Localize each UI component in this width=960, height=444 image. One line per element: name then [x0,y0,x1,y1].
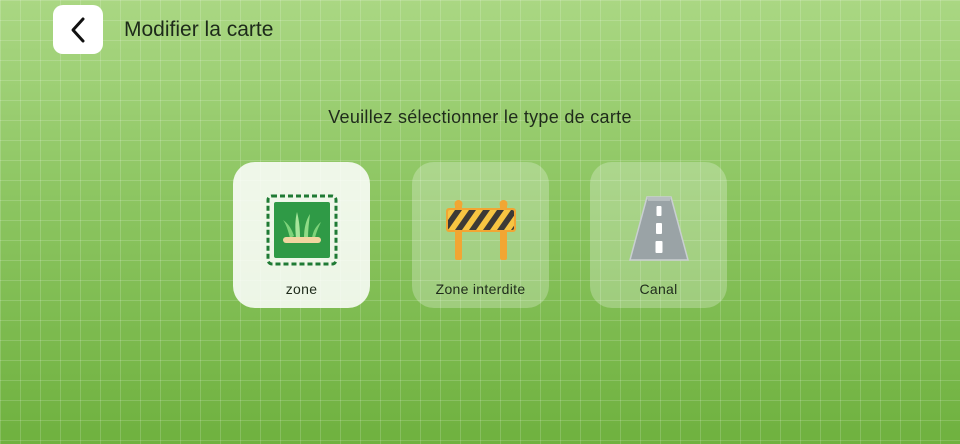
map-type-label: Zone interdite [435,281,526,297]
page-title: Modifier la carte [124,18,274,41]
map-type-label: Canal [639,281,678,297]
map-type-card-zone[interactable]: zone [233,162,370,308]
map-type-card-zone-interdite[interactable]: Zone interdite [412,162,549,308]
grass-zone-icon [266,194,338,266]
barrier-icon [446,200,516,260]
select-type-prompt: Veuillez sélectionner le type de carte [328,107,632,127]
road-icon [629,196,689,261]
map-type-label: zone [285,281,318,297]
back-button[interactable] [53,5,103,54]
map-type-card-canal[interactable]: Canal [590,162,727,308]
chevron-left-icon [71,17,85,42]
